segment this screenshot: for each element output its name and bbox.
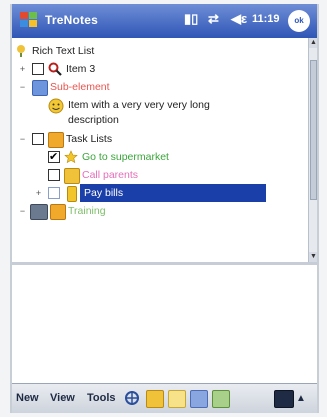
collapse-icon[interactable]: − xyxy=(18,83,27,92)
tree-node-label: Pay bills xyxy=(84,187,124,199)
phone-icon xyxy=(64,168,80,184)
checkbox[interactable] xyxy=(32,133,44,145)
tree-node-label: Item 3 xyxy=(66,63,96,75)
volume-icon[interactable]: ◀ε xyxy=(231,11,247,27)
tree-root-icon xyxy=(17,45,25,57)
checkbox[interactable] xyxy=(48,187,60,199)
scroll-down-arrow-icon[interactable]: ▼ xyxy=(309,252,317,262)
screen: TreNotes ▮▯ ⇄ ◀ε 11:19 ok Rich Text List… xyxy=(10,4,319,413)
edit-icon[interactable] xyxy=(190,390,208,408)
keyboard-icon[interactable] xyxy=(274,390,294,408)
menu-view[interactable]: View xyxy=(50,392,75,404)
tree-view[interactable]: Rich Text List + Item 3 − Sub-element It… xyxy=(12,38,308,262)
connectivity-icon[interactable]: ⇄ xyxy=(208,11,219,27)
ok-button[interactable]: ok xyxy=(288,10,310,32)
folder-icon xyxy=(50,204,66,220)
note-editor-area[interactable] xyxy=(12,265,317,383)
pin-icon xyxy=(67,186,77,202)
menu-bar: New View Tools ▲ xyxy=(12,383,317,413)
tree-node-label: Sub-element xyxy=(50,81,110,93)
tree-node-long-description[interactable]: Item with a very very very long descript… xyxy=(12,96,308,130)
checkbox-checked[interactable] xyxy=(48,148,60,166)
folder-icon xyxy=(48,132,64,148)
tree-node-call-parents[interactable]: Call parents xyxy=(12,166,308,184)
vertical-scrollbar[interactable]: ▲ ▼ xyxy=(308,38,317,262)
device-frame: TreNotes ▮▯ ⇄ ◀ε 11:19 ok Rich Text List… xyxy=(0,0,327,417)
scroll-up-arrow-icon[interactable]: ▲ xyxy=(309,38,317,48)
input-panel-arrow-icon[interactable]: ▲ xyxy=(296,393,306,404)
checkbox[interactable] xyxy=(48,169,60,181)
clock[interactable]: 11:19 xyxy=(252,13,280,25)
expand-icon[interactable]: + xyxy=(18,65,27,74)
tree-node-label: Go to supermarket xyxy=(82,151,169,163)
menu-tools[interactable]: Tools xyxy=(87,392,116,404)
tree-node-label: Training xyxy=(68,205,106,217)
expand-icon[interactable]: + xyxy=(34,189,43,198)
new-folder-icon[interactable] xyxy=(146,390,164,408)
properties-icon[interactable] xyxy=(212,390,230,408)
checkbox[interactable] xyxy=(32,63,44,75)
tree-node-label-continued: description xyxy=(68,114,119,126)
tree-node-rich-text-list[interactable]: Rich Text List xyxy=(12,42,308,60)
title-bar: TreNotes ▮▯ ⇄ ◀ε 11:19 ok xyxy=(12,4,317,38)
tree-node-label: Rich Text List xyxy=(32,45,95,57)
navigate-icon[interactable] xyxy=(124,390,140,406)
windows-start-icon[interactable] xyxy=(18,9,40,31)
app-title: TreNotes xyxy=(45,13,98,27)
tree-node-training[interactable]: − Training xyxy=(12,202,308,220)
star-icon xyxy=(64,150,78,164)
menu-new[interactable]: New xyxy=(16,392,39,404)
tree-node-label: Call parents xyxy=(82,169,139,181)
collapse-icon[interactable]: − xyxy=(18,135,27,144)
tree-node-sub-element[interactable]: − Sub-element xyxy=(12,78,308,96)
tree-node-item-3[interactable]: + Item 3 xyxy=(12,60,308,78)
search-icon xyxy=(48,62,62,76)
new-note-icon[interactable] xyxy=(168,390,186,408)
collapse-icon[interactable]: − xyxy=(18,207,27,216)
scroll-thumb[interactable] xyxy=(310,60,317,200)
signal-icon[interactable]: ▮▯ xyxy=(184,11,198,27)
tree-node-pay-bills[interactable]: + Pay bills xyxy=(12,184,308,202)
tree-node-go-to-supermarket[interactable]: Go to supermarket xyxy=(12,148,308,166)
note-icon xyxy=(32,80,48,96)
tree-node-task-lists[interactable]: − Task Lists xyxy=(12,130,308,148)
battery-icon xyxy=(30,204,48,220)
tree-node-label: Task Lists xyxy=(66,133,113,145)
smiley-icon xyxy=(48,98,64,114)
